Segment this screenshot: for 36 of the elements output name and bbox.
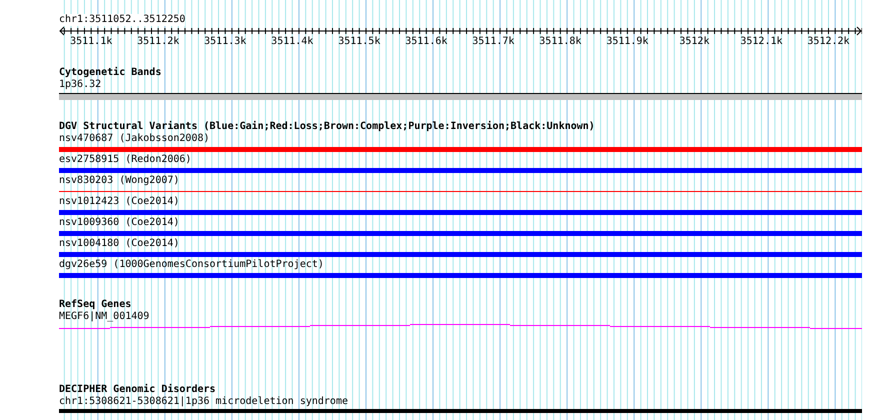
tick-label: 3511.9k (606, 36, 648, 47)
feature-label[interactable]: chr1:5308621-5308621|1p36 microdeletion syndrome (59, 396, 348, 408)
tick-label: 3512.1k (740, 36, 783, 47)
tick-label: 3511.3k (204, 36, 246, 47)
tick-label: 3511.7k (472, 36, 514, 47)
disorder-bar[interactable] (59, 409, 862, 413)
track-title: RefSeq Genes (59, 299, 132, 311)
feature-label[interactable]: nsv1004180 (Coe2014) (59, 238, 180, 250)
feature-label[interactable]: dgv26e59 (1000GenomesConsortiumPilotProject) (59, 259, 324, 271)
tick-label: 3511.8k (539, 36, 582, 47)
feature-label[interactable]: nsv830203 (Wong2007) (59, 175, 180, 187)
tick-label: 3511.2k (137, 36, 180, 47)
variant-bar[interactable] (59, 210, 862, 215)
variant-bar[interactable] (59, 252, 862, 257)
tick-label: 3511.4k (271, 36, 314, 47)
tick-label: 3511.6k (405, 36, 448, 47)
tick-label: 3512k (679, 36, 710, 47)
feature-label[interactable]: 1p36.32 (59, 79, 102, 91)
feature-label[interactable]: nsv1009360 (Coe2014) (59, 217, 180, 229)
feature-label[interactable]: nsv1012423 (Coe2014) (59, 196, 180, 208)
track-title: Cytogenetic Bands (59, 67, 162, 79)
variant-bar[interactable] (59, 273, 862, 278)
variant-bar[interactable] (59, 168, 862, 173)
track-title: DGV Structural Variants (Blue:Gain;Red:Loss;Brown:Complex;Purple:Inversion;Black:Unknown) (59, 121, 595, 133)
location-label: chr1:3511052..3512250 (59, 14, 186, 26)
variant-bar[interactable] (59, 231, 862, 236)
feature-label[interactable]: esv2758915 (Redon2006) (59, 154, 192, 166)
tick-label: 3511.5k (338, 36, 380, 47)
gene-model-line[interactable] (59, 324, 862, 329)
feature-label[interactable]: nsv470687 (Jakobsson2008) (59, 133, 210, 145)
variant-bar[interactable] (59, 147, 862, 152)
band-bar[interactable] (59, 93, 862, 100)
track-title: DECIPHER Genomic Disorders (59, 384, 216, 396)
tick-label: 3511.1k (70, 36, 112, 47)
tick-label: 3512.2k (807, 36, 850, 47)
feature-label[interactable]: MEGF6|NM_001409 (59, 311, 150, 323)
